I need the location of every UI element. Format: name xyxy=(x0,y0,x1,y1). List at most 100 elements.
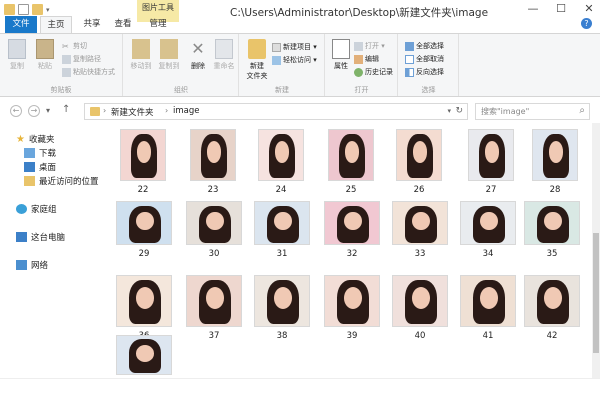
nav-desktop[interactable]: 桌面 xyxy=(24,161,56,173)
back-button[interactable]: ← xyxy=(10,105,22,117)
tab-home[interactable]: 主页 xyxy=(40,16,72,33)
file-name: 40 xyxy=(414,331,426,341)
folder-icon xyxy=(90,107,100,116)
face-shape xyxy=(274,211,292,231)
file-name: 27 xyxy=(485,185,497,195)
image-thumbnail[interactable] xyxy=(532,129,578,181)
group-select: 全部选择 全部取消 反向选择 选择 xyxy=(399,34,459,96)
image-thumbnail[interactable] xyxy=(116,275,172,327)
image-thumbnail[interactable] xyxy=(460,201,516,245)
image-thumbnail[interactable] xyxy=(396,129,442,181)
nav-downloads[interactable]: 下载 xyxy=(24,147,56,159)
image-thumbnail[interactable] xyxy=(324,275,380,327)
search-box[interactable]: 搜索"image" ⌕ xyxy=(475,103,590,120)
help-button[interactable]: ? xyxy=(581,18,592,29)
group-label-open: 打开 xyxy=(354,86,369,94)
scrollbar-thumb[interactable] xyxy=(593,233,599,353)
properties-label: 属性 xyxy=(334,62,348,70)
address-history-dropdown[interactable]: ▾ xyxy=(447,107,451,115)
paste-shortcut-button[interactable]: 粘贴快捷方式 xyxy=(62,67,115,77)
image-thumbnail[interactable] xyxy=(524,275,580,327)
app-folder-icon xyxy=(4,4,15,15)
nav-this-pc[interactable]: 这台电脑 xyxy=(16,231,65,243)
nav-network-label: 网络 xyxy=(31,261,49,271)
tab-file[interactable]: 文件 xyxy=(5,16,37,33)
nav-network[interactable]: 网络 xyxy=(16,259,48,271)
image-thumbnail[interactable] xyxy=(254,201,310,245)
history-button[interactable]: 历史记录 xyxy=(354,67,393,77)
image-thumbnail[interactable] xyxy=(254,275,310,327)
image-thumbnail[interactable] xyxy=(328,129,374,181)
new-folder-button[interactable]: 新建 文件夹 xyxy=(244,39,270,81)
image-thumbnail[interactable] xyxy=(392,275,448,327)
edit-button[interactable]: 编辑 xyxy=(354,54,379,64)
search-icon[interactable]: ⌕ xyxy=(579,105,585,116)
file-name: 28 xyxy=(549,185,561,195)
nav-homegroup[interactable]: 家庭组 xyxy=(16,203,57,215)
new-folder-label: 新建 文件夹 xyxy=(246,62,268,80)
up-button[interactable]: ↑ xyxy=(62,104,70,115)
new-item-button[interactable]: 新建项目 ▾ xyxy=(272,42,317,52)
nav-downloads-label: 下载 xyxy=(39,149,57,159)
delete-button[interactable]: ✕ 删除 xyxy=(186,39,210,71)
breadcrumb-item[interactable]: image xyxy=(173,106,199,116)
easy-access-button[interactable]: 轻松访问 ▾ xyxy=(272,55,317,65)
image-thumbnail[interactable] xyxy=(324,201,380,245)
forward-button[interactable]: → xyxy=(28,105,40,117)
refresh-icon[interactable]: ↻ xyxy=(455,106,463,116)
image-thumbnail[interactable] xyxy=(186,201,242,245)
face-shape xyxy=(136,344,154,362)
group-label-new: 新建 xyxy=(275,86,289,94)
address-bar[interactable]: › 新建文件夹 › image ▾ ↻ xyxy=(84,103,468,120)
cut-button[interactable]: ✂ 剪切 xyxy=(62,41,87,51)
paste-button[interactable]: 粘贴 xyxy=(34,39,56,71)
minimize-button[interactable]: — xyxy=(524,2,542,15)
image-thumbnail[interactable] xyxy=(392,201,448,245)
window-controls: — ☐ ✕ xyxy=(524,2,598,15)
nav-favorites[interactable]: ★ 收藏夹 xyxy=(16,133,54,146)
image-thumbnail[interactable] xyxy=(186,275,242,327)
copy-button[interactable]: 复制 xyxy=(6,39,28,71)
copy-to-label: 复制到 xyxy=(158,62,180,70)
new-folder-icon[interactable] xyxy=(32,4,43,15)
customize-qat-icon[interactable]: ▾ xyxy=(46,6,50,14)
tab-share[interactable]: 共享 xyxy=(78,16,106,33)
properties-icon[interactable] xyxy=(18,4,29,15)
downloads-icon xyxy=(24,148,35,158)
maximize-button[interactable]: ☐ xyxy=(552,2,570,15)
tab-view[interactable]: 查看 xyxy=(110,16,136,33)
properties-button[interactable]: 属性 xyxy=(330,39,352,71)
history-icon xyxy=(354,67,363,77)
invert-selection-button[interactable]: 反向选择 xyxy=(405,67,444,77)
image-thumbnail[interactable] xyxy=(258,129,304,181)
recent-locations-button[interactable]: ▾ xyxy=(46,106,50,115)
file-name: 39 xyxy=(346,331,358,341)
image-thumbnail[interactable] xyxy=(120,129,166,181)
rename-button[interactable]: 重命名 xyxy=(212,39,236,71)
vertical-scrollbar[interactable] xyxy=(592,123,600,378)
paste-shortcut-label: 粘贴快捷方式 xyxy=(73,68,115,76)
breadcrumb-item[interactable]: 新建文件夹 xyxy=(111,106,154,118)
select-none-button[interactable]: 全部取消 xyxy=(405,54,444,64)
recent-places-icon xyxy=(24,176,35,186)
paste-label: 粘贴 xyxy=(38,62,52,70)
tab-manage[interactable]: 管理 xyxy=(140,16,176,33)
image-thumbnail[interactable] xyxy=(468,129,514,181)
open-button[interactable]: 打开 ▾ xyxy=(354,41,385,51)
image-thumbnail[interactable] xyxy=(524,201,580,245)
invert-selection-icon xyxy=(405,67,414,77)
image-thumbnail[interactable] xyxy=(190,129,236,181)
copy-path-button[interactable]: 复制路径 xyxy=(62,54,101,64)
image-thumbnail[interactable] xyxy=(116,201,172,245)
face-shape xyxy=(544,211,562,231)
copy-to-button[interactable]: 复制到 xyxy=(156,39,182,71)
nav-recent-places[interactable]: 最近访问的位置 xyxy=(24,175,99,187)
easy-access-icon xyxy=(272,55,281,65)
select-all-button[interactable]: 全部选择 xyxy=(405,41,444,51)
scissors-icon: ✂ xyxy=(62,41,69,51)
image-thumbnail[interactable] xyxy=(116,335,172,375)
close-button[interactable]: ✕ xyxy=(580,2,598,15)
cut-label: 剪切 xyxy=(73,42,87,50)
move-to-button[interactable]: 移动到 xyxy=(128,39,154,71)
image-thumbnail[interactable] xyxy=(460,275,516,327)
